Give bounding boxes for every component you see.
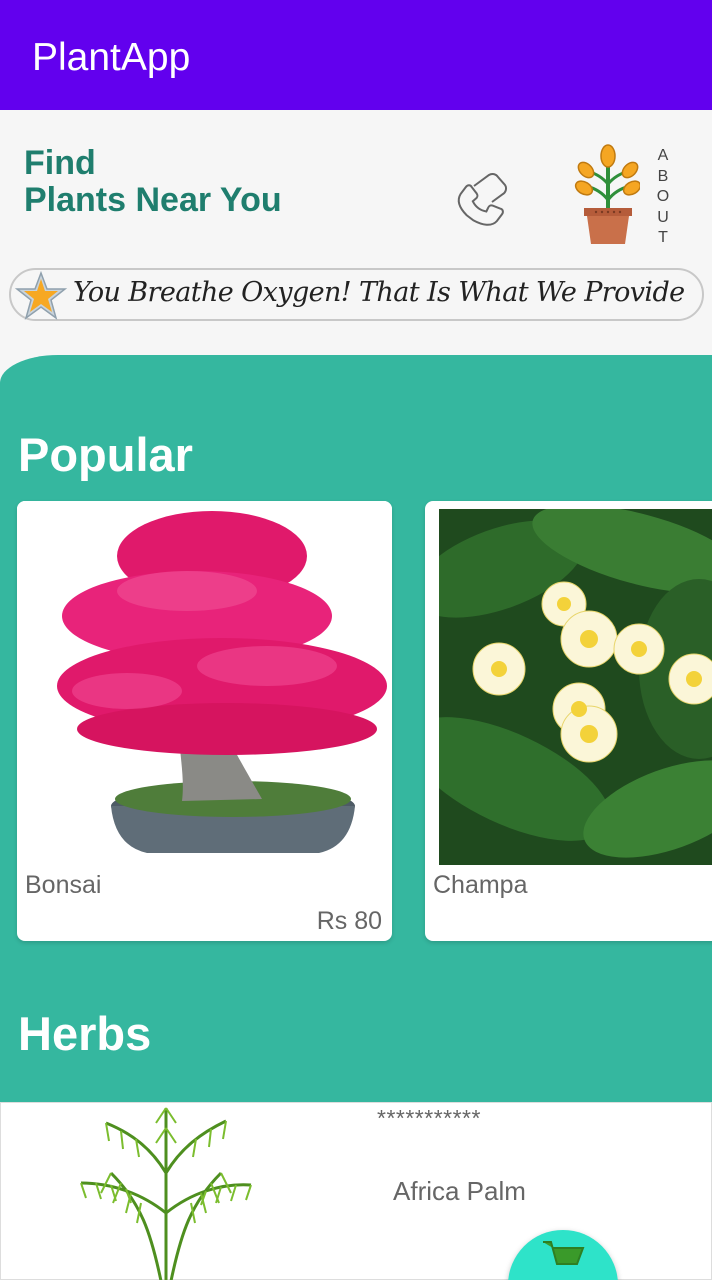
- headline-line-1: Find: [24, 144, 96, 182]
- call-button[interactable]: [446, 166, 518, 238]
- about-button[interactable]: A B O U T: [574, 140, 674, 252]
- champa-image: [439, 509, 712, 865]
- plant-name: Bonsai: [25, 871, 102, 899]
- bonsai-image: [17, 501, 392, 866]
- popular-title: Popular: [18, 428, 193, 481]
- rating-stars: ***********: [377, 1105, 481, 1131]
- africa-palm-image: [80, 1107, 252, 1280]
- about-label: A B O U T: [656, 147, 670, 246]
- herb-name: Africa Palm: [393, 1176, 526, 1206]
- herbs-title: Herbs: [18, 1007, 152, 1060]
- headline: Find Plants Near You: [24, 145, 282, 219]
- plant-card-bonsai[interactable]: Bonsai Rs 80: [17, 501, 392, 941]
- potted-plant-icon: [574, 144, 640, 244]
- app-title: PlantApp: [32, 36, 191, 79]
- plant-card-champa[interactable]: Champa: [425, 501, 712, 941]
- app-bar: PlantApp: [0, 0, 712, 110]
- phone-icon: [457, 172, 508, 226]
- slogan-text: You Breathe Oxygen! That Is What We Prov…: [73, 277, 685, 308]
- plant-name: Champa: [433, 871, 528, 899]
- star-icon: [14, 271, 68, 320]
- cart-icon: [543, 1241, 585, 1265]
- headline-line-2: Plants Near You: [24, 181, 282, 219]
- slogan-banner: You Breathe Oxygen! That Is What We Prov…: [9, 268, 704, 321]
- plant-price: Rs 80: [316, 907, 382, 935]
